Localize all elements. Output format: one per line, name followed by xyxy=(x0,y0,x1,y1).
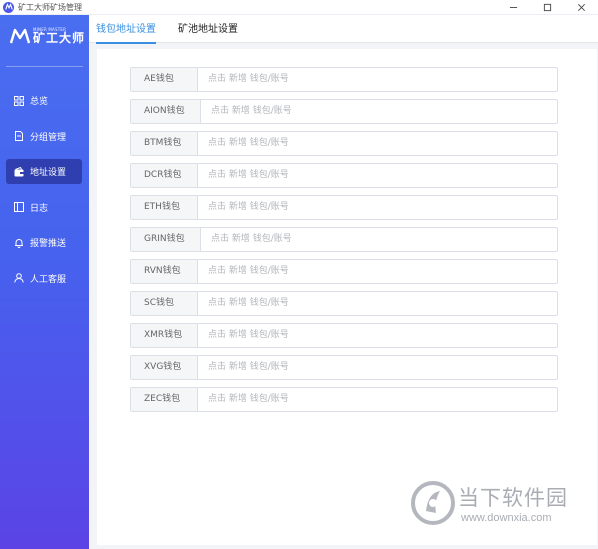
log-icon xyxy=(13,202,24,213)
close-icon[interactable] xyxy=(564,0,598,15)
sidebar-item-overview[interactable]: 总览 xyxy=(6,88,82,113)
watermark-text: 当下软件园 xyxy=(458,486,568,510)
sidebar-item-group-management[interactable]: 分组管理 xyxy=(6,124,82,149)
window-controls xyxy=(496,0,598,15)
wallet-label: ETH钱包 xyxy=(131,196,198,219)
sidebar-item-alert-push[interactable]: 报警推送 xyxy=(6,230,82,255)
tab-pool-address-settings[interactable]: 矿池地址设置 xyxy=(178,15,238,43)
maximize-icon[interactable] xyxy=(530,0,564,15)
sidebar-item-label: 人工客服 xyxy=(30,274,67,285)
wallet-address-input[interactable]: 点击 新增 钱包/账号 xyxy=(198,292,557,315)
wallet-address-input[interactable]: 点击 新增 钱包/账号 xyxy=(201,100,557,123)
wallet-address-input[interactable]: 点击 新增 钱包/账号 xyxy=(198,132,557,155)
wallet-address-input[interactable]: 点击 新增 钱包/账号 xyxy=(198,356,557,379)
wallet-row-grin: GRIN钱包 点击 新增 钱包/账号 xyxy=(130,227,558,252)
main-content: 钱包地址设置 矿池地址设置 AE钱包 点击 新增 钱包/账号 AION钱包 点击… xyxy=(89,15,598,549)
bell-icon xyxy=(13,237,24,248)
miner-master-logo-icon xyxy=(10,28,30,44)
wallet-address-input[interactable]: 点击 新增 钱包/账号 xyxy=(198,324,557,347)
wallet-label: XVG钱包 xyxy=(131,356,198,379)
wallet-label: SC钱包 xyxy=(131,292,198,315)
wallet-label: DCR钱包 xyxy=(131,164,198,187)
sidebar-divider xyxy=(6,66,83,67)
sidebar-item-label: 报警推送 xyxy=(30,239,67,249)
grid-icon xyxy=(13,95,24,106)
downxia-logo-icon xyxy=(411,481,455,525)
wallet-address-input[interactable]: 点击 新增 钱包/账号 xyxy=(198,68,557,91)
sidebar-item-label: 地址设置 xyxy=(30,168,67,178)
tab-bar: 钱包地址设置 矿池地址设置 xyxy=(89,15,598,44)
wallet-address-input[interactable]: 点击 新增 钱包/账号 xyxy=(198,260,557,283)
wallet-row-rvn: RVN钱包 点击 新增 钱包/账号 xyxy=(130,259,558,284)
tab-wallet-address-settings[interactable]: 钱包地址设置 xyxy=(96,15,156,44)
logo-text-en: MINER MASTER xyxy=(33,27,67,32)
wallet-label: GRIN钱包 xyxy=(131,228,201,251)
window-title: 矿工大师矿场管理 xyxy=(18,2,82,12)
wallet-address-input[interactable]: 点击 新增 钱包/账号 xyxy=(201,228,557,251)
sidebar-item-logs[interactable]: 日志 xyxy=(6,195,82,220)
logo-text-cn: 矿工大师 xyxy=(33,31,86,45)
wallet-address-input[interactable]: 点击 新增 钱包/账号 xyxy=(198,164,557,187)
wallet-label: XMR钱包 xyxy=(131,324,198,347)
wallet-row-btm: BTM钱包 点击 新增 钱包/账号 xyxy=(130,131,558,156)
wallet-row-zec: ZEC钱包 点击 新增 钱包/账号 xyxy=(130,387,558,412)
sidebar-item-label: 日志 xyxy=(30,203,49,214)
wallet-label: RVN钱包 xyxy=(131,260,198,283)
wallet-icon xyxy=(13,166,24,177)
wallet-address-input[interactable]: 点击 新增 钱包/账号 xyxy=(198,388,557,411)
wallet-row-xvg: XVG钱包 点击 新增 钱包/账号 xyxy=(130,355,558,380)
sidebar-item-label: 总览 xyxy=(30,97,49,107)
wallet-label: AE钱包 xyxy=(131,68,198,91)
watermark-url: www.downxia.com xyxy=(461,512,552,524)
sidebar-item-label: 分组管理 xyxy=(30,132,67,143)
sidebar-item-customer-service[interactable]: 人工客服 xyxy=(6,266,82,291)
wallet-row-eth: ETH钱包 点击 新增 钱包/账号 xyxy=(130,195,558,220)
minimize-icon[interactable] xyxy=(496,0,530,15)
site-watermark: 当下软件园 www.downxia.com xyxy=(410,480,590,530)
wallet-row-aion: AION钱包 点击 新增 钱包/账号 xyxy=(130,99,558,124)
wallet-address-input[interactable]: 点击 新增 钱包/账号 xyxy=(198,196,557,219)
wallet-row-ae: AE钱包 点击 新增 钱包/账号 xyxy=(130,67,558,92)
wallet-row-xmr: XMR钱包 点击 新增 钱包/账号 xyxy=(130,323,558,348)
sidebar-nav: 总览 分组管理 地址设置 日志 报警推送 人工客服 xyxy=(6,88,82,301)
wallet-label: BTM钱包 xyxy=(131,132,198,155)
wallet-row-sc: SC钱包 点击 新增 钱包/账号 xyxy=(130,291,558,316)
user-icon xyxy=(13,273,24,284)
title-bar: 矿工大师矿场管理 xyxy=(0,0,598,15)
sidebar: MINER MASTER 矿工大师 总览 分组管理 地址设置 日志 报警推送 人… xyxy=(0,15,89,549)
brand-logo: MINER MASTER 矿工大师 xyxy=(10,27,85,45)
wallet-row-dcr: DCR钱包 点击 新增 钱包/账号 xyxy=(130,163,558,188)
app-logo-icon xyxy=(3,1,14,13)
wallet-label: ZEC钱包 xyxy=(131,388,198,411)
sidebar-item-address-settings[interactable]: 地址设置 xyxy=(6,159,82,184)
wallet-form-panel: AE钱包 点击 新增 钱包/账号 AION钱包 点击 新增 钱包/账号 BTM钱… xyxy=(97,49,597,545)
wallet-label: AION钱包 xyxy=(131,100,201,123)
document-icon xyxy=(13,131,24,142)
